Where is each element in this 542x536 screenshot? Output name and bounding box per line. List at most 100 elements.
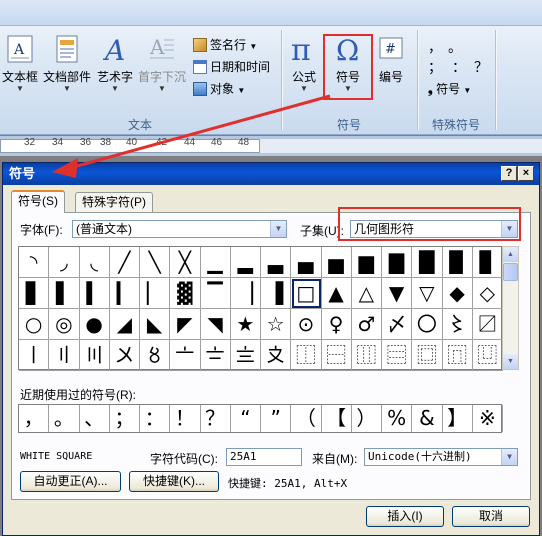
symbol-cell[interactable]: □ (291, 278, 322, 309)
recent-symbol-cell[interactable]: ） (352, 405, 382, 432)
symbol-cell[interactable]: 〆 (382, 309, 413, 340)
recent-symbol-cell[interactable]: 、 (80, 405, 110, 432)
symbol-cell[interactable]: ▍ (79, 278, 110, 309)
symbol-cell[interactable]: ◎ (49, 309, 80, 340)
textbox-button[interactable]: A 文本框 ▼ (0, 34, 40, 93)
symbol-cell[interactable]: ◇ (472, 278, 503, 309)
symbol-cell[interactable]: ▃ (261, 247, 292, 278)
recent-symbol-cell[interactable]: （ (291, 405, 322, 432)
scroll-thumb[interactable] (503, 263, 518, 281)
symbol-cell[interactable]: ⿶ (472, 340, 503, 371)
close-button[interactable]: × (518, 166, 534, 181)
symbol-cell[interactable]: ▅ (321, 247, 352, 278)
recent-symbol-cell[interactable]: ； (110, 405, 140, 432)
tab-symbols[interactable]: 符号(S) (11, 190, 65, 213)
symbol-cell[interactable]: ♀ (321, 309, 352, 340)
symbol-cell[interactable]: ⊙ (291, 309, 322, 340)
dialog-titlebar[interactable]: 符号 ? × (3, 163, 539, 185)
symbol-cell[interactable]: ▆ (351, 247, 382, 278)
shortcut-key-button[interactable]: 快捷键(K)... (129, 471, 219, 492)
wordart-button[interactable]: A 艺术字 ▼ (94, 34, 136, 93)
symbol-cell[interactable]: ╲ (140, 247, 171, 278)
char-code-input[interactable]: 25A1 (226, 448, 302, 466)
font-select[interactable]: (普通文本) ▼ (72, 220, 287, 238)
recent-symbol-cell[interactable]: 【 (322, 405, 352, 432)
tab-special-characters[interactable]: 特殊字符(P) (75, 192, 153, 212)
symbol-cell[interactable]: 〼 (472, 309, 503, 340)
symbol-cell[interactable]: ▽ (412, 278, 443, 309)
symbol-cell[interactable]: ◞ (49, 247, 80, 278)
symbol-cell[interactable]: 〤 (109, 340, 140, 371)
symbol-cell[interactable]: ⿰ (291, 340, 322, 371)
symbol-cell[interactable]: 〇 (412, 309, 443, 340)
recent-symbol-cell[interactable]: “ (231, 405, 261, 432)
symbol-cell[interactable]: 〩 (261, 340, 292, 371)
special-glyph[interactable]: 。 (448, 38, 462, 56)
special-glyph[interactable]: ？ (474, 58, 488, 76)
date-time-button[interactable]: 日期和时间 (193, 58, 270, 76)
recent-symbol-cell[interactable]: 。 (49, 405, 80, 432)
recent-symbol-cell[interactable]: & (412, 405, 443, 432)
from-select[interactable]: Unicode(十六进制) ▼ (364, 448, 518, 466)
recent-symbol-cell[interactable]: 】 (443, 405, 473, 432)
scroll-down-icon[interactable]: ▼ (503, 354, 518, 369)
symbol-cell[interactable]: ⿲ (351, 340, 382, 371)
recent-symbol-cell[interactable]: ？ (201, 405, 231, 432)
number-button[interactable]: # 编号 (374, 34, 408, 85)
special-glyph[interactable]: ， (428, 38, 442, 56)
symbol-cell[interactable]: ● (79, 309, 110, 340)
help-button[interactable]: ? (501, 166, 517, 181)
symbol-cell[interactable]: ▊ (472, 247, 503, 278)
symbol-cell[interactable]: 〨 (230, 340, 261, 371)
symbol-cell[interactable]: ★ (230, 309, 261, 340)
symbol-cell[interactable]: ◣ (140, 309, 171, 340)
special-symbol-button[interactable]: ❟ 符号 ▼ (428, 80, 471, 98)
symbol-cell[interactable]: 〦 (170, 340, 201, 371)
symbol-cell[interactable]: ◤ (170, 309, 201, 340)
grid-scrollbar[interactable]: ▲ ▼ (502, 246, 519, 370)
insert-button[interactable]: 插入(I) (366, 506, 444, 527)
symbol-cell[interactable]: ▌ (49, 278, 80, 309)
recent-symbol-cell[interactable]: ※ (473, 405, 503, 432)
recent-symbol-cell[interactable]: % (382, 405, 413, 432)
symbol-cell[interactable]: ♂ (351, 309, 382, 340)
symbol-cell[interactable]: ☆ (261, 309, 292, 340)
symbol-cell[interactable]: ▐ (261, 278, 292, 309)
symbol-cell[interactable]: ◝ (19, 247, 50, 278)
symbol-cell[interactable]: ▲ (321, 278, 352, 309)
symbol-cell[interactable]: ▼ (382, 278, 413, 309)
quick-parts-button[interactable]: 文档部件 ▼ (42, 34, 92, 93)
equation-button[interactable]: π 公式 ▼ (286, 34, 322, 93)
drop-cap-button[interactable]: A 首字下沉 ▼ (137, 34, 187, 93)
symbol-cell[interactable]: ▉ (442, 247, 473, 278)
object-button[interactable]: 对象 ▼ (193, 80, 245, 98)
symbol-cell[interactable]: ◆ (442, 278, 473, 309)
symbol-cell[interactable]: △ (351, 278, 382, 309)
symbol-cell[interactable]: ▓ (170, 278, 201, 309)
symbol-cell[interactable]: █ (412, 247, 443, 278)
recent-symbol-cell[interactable]: ！ (170, 405, 201, 432)
signature-line-button[interactable]: 签名行 ▼ (193, 36, 257, 54)
recent-symbol-cell[interactable]: ， (19, 405, 50, 432)
symbol-cell[interactable]: 〢 (49, 340, 80, 371)
autocorrect-button[interactable]: 自动更正(A)... (20, 471, 121, 492)
symbol-cell[interactable]: ▋ (19, 278, 50, 309)
recent-symbol-cell[interactable]: ： (140, 405, 171, 432)
special-glyph[interactable]: ； (428, 58, 442, 76)
special-glyph[interactable]: ： (452, 58, 466, 76)
recent-symbol-cell[interactable]: ” (261, 405, 292, 432)
symbol-cell[interactable]: ⿱ (321, 340, 352, 371)
symbol-cell[interactable]: ▎ (109, 278, 140, 309)
symbol-cell[interactable]: ▔ (200, 278, 231, 309)
cancel-button[interactable]: 取消 (452, 506, 530, 527)
symbol-cell[interactable]: 〧 (200, 340, 231, 371)
symbol-cell[interactable]: ▕ (230, 278, 261, 309)
symbol-cell[interactable]: 〻 (442, 309, 473, 340)
symbol-cell[interactable]: ⿵ (442, 340, 473, 371)
symbol-cell[interactable]: ╱ (109, 247, 140, 278)
symbol-cell[interactable]: ⿴ (412, 340, 443, 371)
symbol-cell[interactable]: 〡 (19, 340, 50, 371)
symbol-cell[interactable]: ╳ (170, 247, 201, 278)
symbol-cell[interactable]: ◟ (79, 247, 110, 278)
symbol-cell[interactable]: ▇ (382, 247, 413, 278)
